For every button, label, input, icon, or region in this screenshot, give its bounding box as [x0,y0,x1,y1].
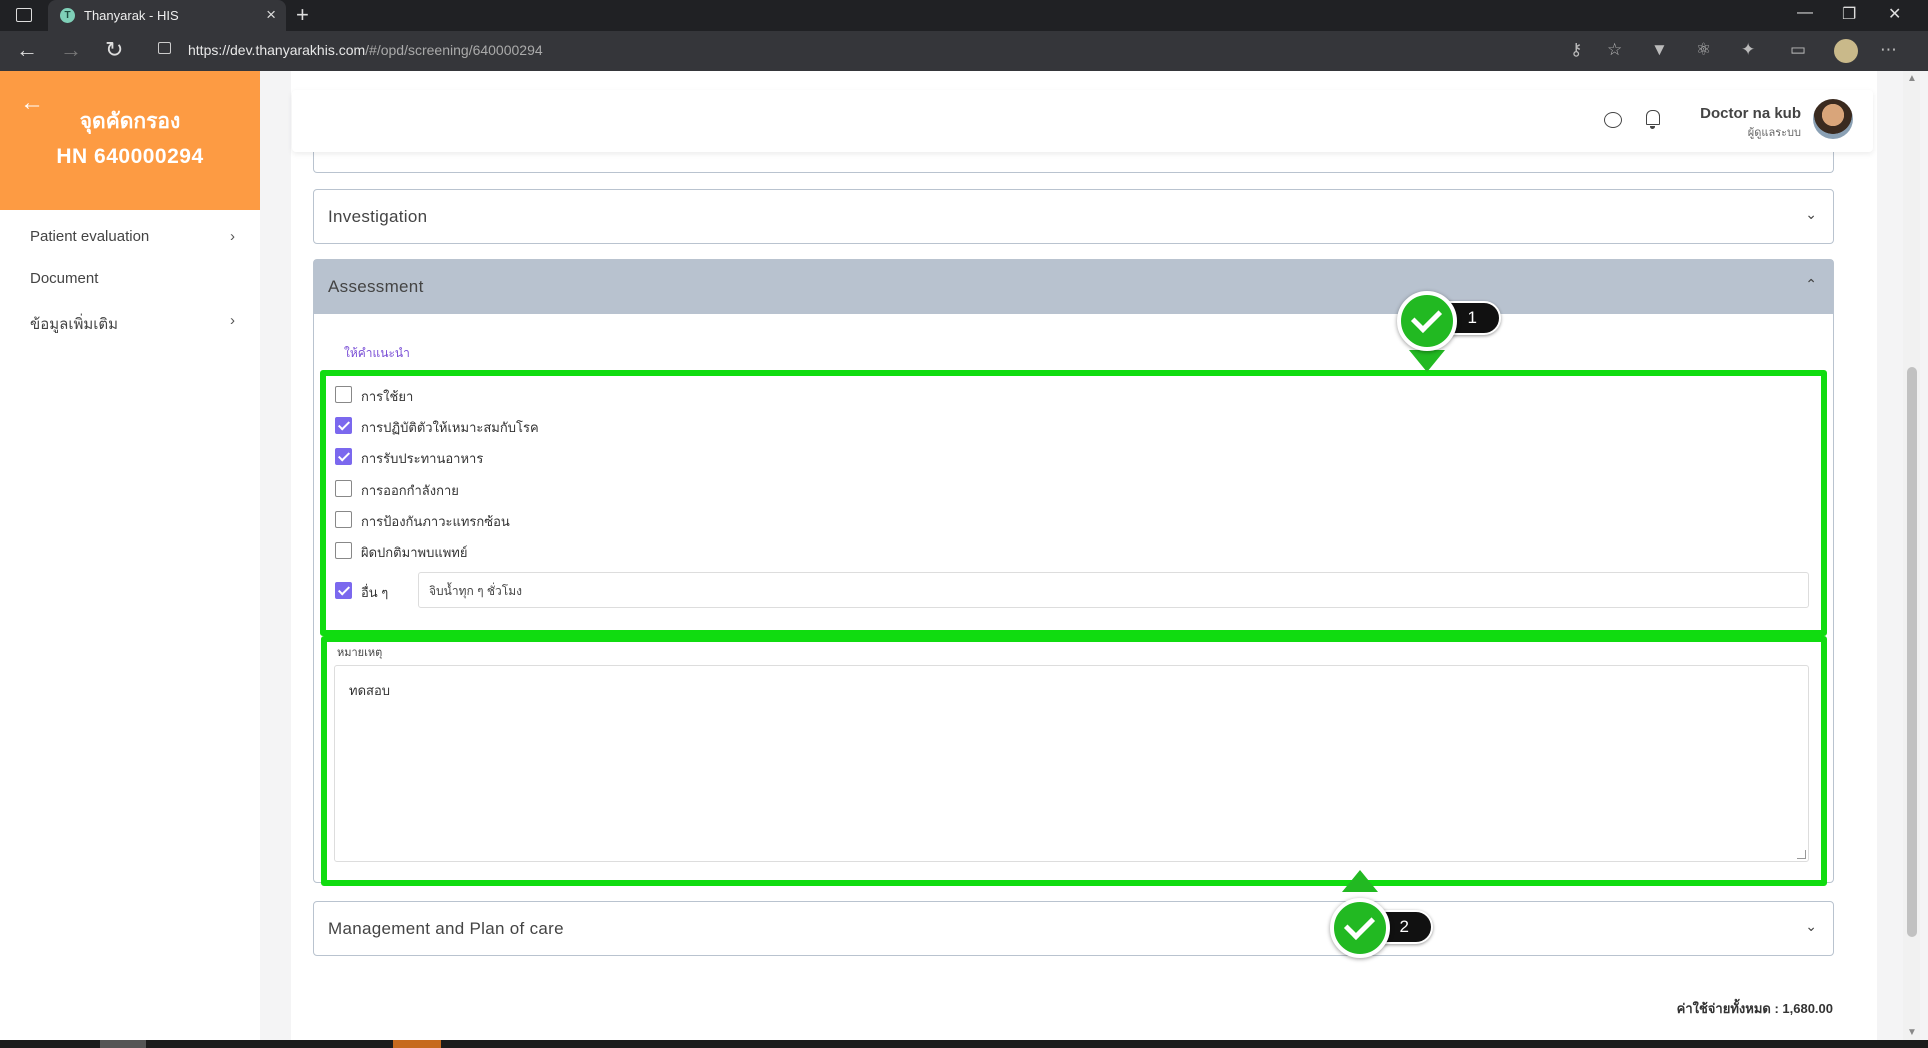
total-cost: ค่าใช้จ่ายทั้งหมด : 1,680.00 [1676,1001,1833,1016]
page-title: จุดคัดกรอง [79,110,181,133]
key-icon[interactable]: ⚷ [1570,40,1582,60]
badge-number: 1 [1467,308,1477,327]
badge-number: 2 [1399,917,1409,936]
section-investigation[interactable]: Investigation ⌄ [313,189,1834,244]
sidebar-item-label: ข้อมูลเพิ่มเติม [30,316,119,333]
minimize-icon[interactable]: — [1797,4,1813,22]
sidebar-item-additional-info[interactable]: ข้อมูลเพิ่มเติม › [30,312,235,336]
sidebar-item-label: Document [30,270,99,287]
reload-icon[interactable]: ↻ [105,37,123,63]
section-header[interactable]: Management and Plan of care ⌄ [314,902,1833,956]
scroll-thumb[interactable] [1907,367,1917,937]
tab-title: Thanyarak - HIS [84,8,179,23]
profile-avatar[interactable] [1834,39,1858,63]
section-title: Management and Plan of care [328,919,564,938]
react-extension-icon[interactable]: ⚛ [1696,40,1711,60]
sidebar-header: ← จุดคัดกรอง HN 640000294 [0,71,260,210]
address-bar: ← → ↻ https://dev.thanyarakhis.com/#/opd… [0,31,1928,71]
favicon-icon: T [60,8,75,23]
back-icon[interactable]: ← [16,37,38,63]
sidebar-item-document[interactable]: Document [30,270,235,287]
new-tab-icon[interactable]: + [296,2,309,28]
section-management-plan[interactable]: Management and Plan of care ⌄ [313,901,1834,956]
advice-label: ให้คำแนะนำ [344,346,410,360]
patient-hn: HN 640000294 [56,145,204,168]
sidebar-item-label: Patient evaluation [30,228,150,245]
highlight-box-1 [320,370,1827,636]
os-taskbar [0,1040,1928,1048]
section-title: Investigation [328,207,428,226]
chevron-right-icon: › [230,228,235,245]
chevron-down-icon: ⌄ [1805,918,1817,934]
page-scrollbar[interactable]: ▲ ▼ [1903,71,1920,1040]
section-header[interactable]: Assessment ⌃ [314,260,1833,314]
sidebar: ← จุดคัดกรอง HN 640000294 Patient evalua… [0,71,260,1040]
chevron-up-icon: ⌃ [1805,276,1817,292]
forward-icon[interactable]: → [60,37,82,63]
section-title: Assessment [328,277,424,296]
more-menu-icon[interactable]: ⋯ [1880,40,1897,60]
cast-icon[interactable]: ▭ [1790,40,1806,60]
lock-icon[interactable] [158,42,171,54]
highlight-box-2 [321,636,1827,886]
scroll-down-icon[interactable]: ▼ [1907,1027,1917,1038]
user-role: ผู้ดูแลระบบ [1747,127,1801,139]
check-badge-icon [1330,898,1390,958]
restore-icon[interactable]: ❐ [1842,4,1856,24]
chat-icon[interactable] [1604,112,1622,128]
vue-extension-icon[interactable]: ▼ [1651,40,1668,60]
taskbar-item[interactable] [100,1040,146,1048]
extensions-icon[interactable]: ✦ [1741,40,1755,60]
tab-close-icon[interactable]: × [266,5,276,25]
badge-1-pointer [1409,350,1445,372]
section-header[interactable]: Investigation ⌄ [314,190,1833,244]
badge-2-pointer [1342,870,1378,892]
check-badge-icon [1397,291,1457,351]
top-header-card: Doctor na kub ผู้ดูแลระบบ [292,90,1873,152]
bell-icon[interactable] [1646,110,1660,129]
window-menu-icon[interactable] [16,8,32,22]
browser-tab[interactable]: T Thanyarak - HIS × [48,0,286,31]
chevron-down-icon: ⌄ [1805,206,1817,222]
browser-tab-bar: T Thanyarak - HIS × + — ❐ ✕ [0,0,1928,31]
sidebar-item-patient-evaluation[interactable]: Patient evaluation › [30,228,235,245]
close-window-icon[interactable]: ✕ [1888,4,1901,24]
taskbar-item[interactable] [393,1040,441,1048]
url-field[interactable]: https://dev.thanyarakhis.com/#/opd/scree… [188,42,543,58]
scroll-up-icon[interactable]: ▲ [1907,73,1917,84]
chevron-right-icon: › [230,312,235,329]
favorite-star-icon[interactable]: ☆ [1607,40,1622,60]
user-name: Doctor na kub [1700,105,1801,122]
avatar[interactable] [1813,99,1853,139]
